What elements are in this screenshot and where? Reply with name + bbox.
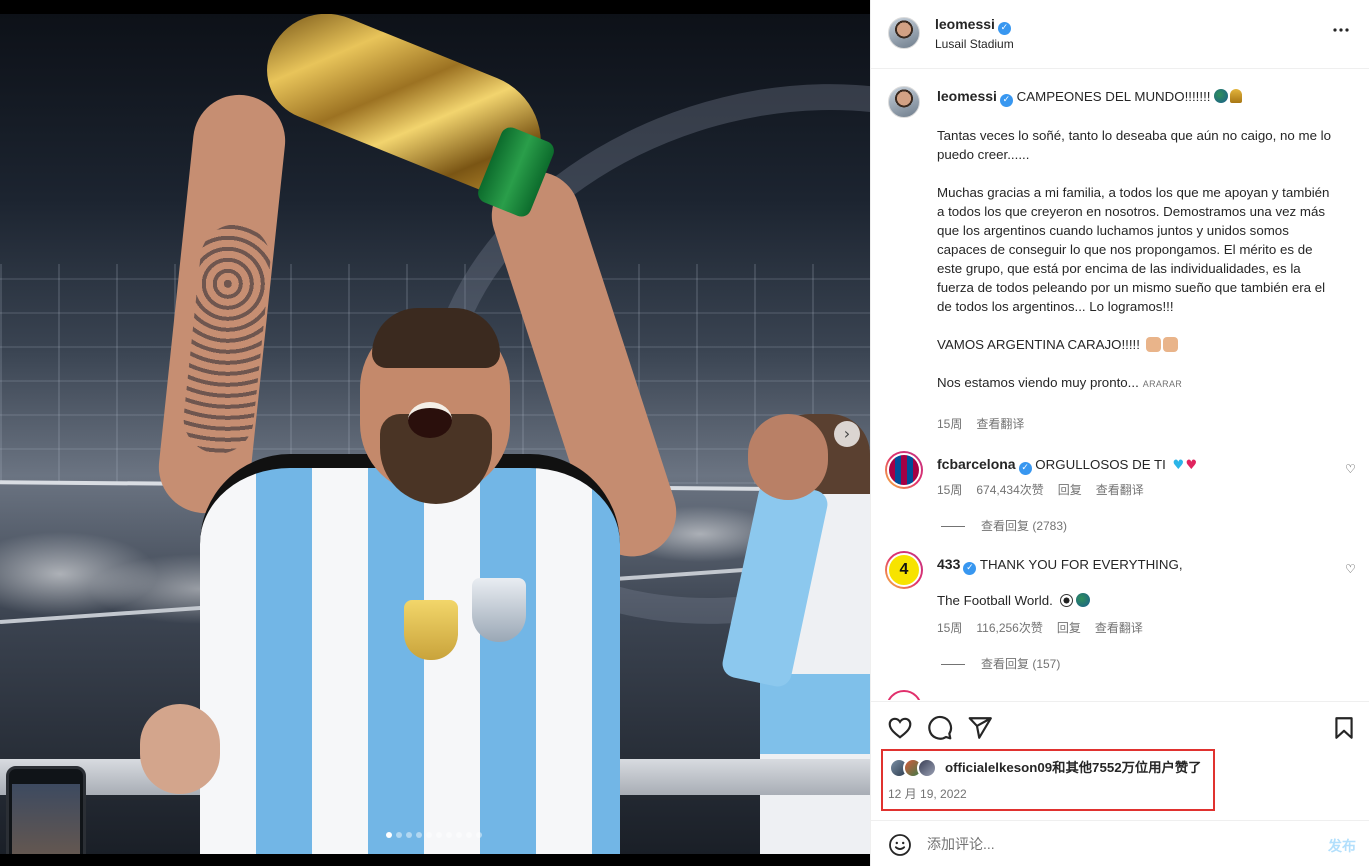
carousel-dot <box>456 832 462 838</box>
comment-input[interactable] <box>927 833 1307 855</box>
share-send-icon[interactable] <box>967 715 993 741</box>
player-hair <box>372 308 500 368</box>
soccer-ball-emoji-icon <box>1059 594 1073 607</box>
emoji-smile-icon[interactable] <box>888 833 912 857</box>
view-replies-button[interactable]: 查看回复 (157) <box>941 655 1060 672</box>
caption-last-line: Nos estamos viendo muy pronto... <box>937 375 1139 390</box>
comment-meta: 15周 116,256次赞 回复 查看翻译 <box>937 619 1157 636</box>
comment-body: THANK YOU FOR EVERYTHING, <box>979 557 1183 572</box>
teammate-head <box>748 414 828 500</box>
post-media: › <box>0 0 870 866</box>
commenter-avatar[interactable] <box>885 451 923 489</box>
comment-text: fcbarcelona ✓ ORGULLOSOS DE TI ♥♥ <box>937 455 1317 475</box>
fan-phone-screen <box>12 784 80 854</box>
reply-button[interactable]: 回复 <box>1058 483 1082 497</box>
carousel-dot <box>396 832 402 838</box>
see-translation-link[interactable]: 查看翻译 <box>1095 621 1143 635</box>
commenter-username[interactable]: fcbarcelona <box>937 456 1016 472</box>
comment-text-line-2: The Football World. <box>937 591 1090 610</box>
reply-button[interactable]: 回复 <box>1057 621 1081 635</box>
post-date[interactable]: 12 月 19, 2022 <box>888 785 967 802</box>
caption-text: leomessi ✓ CAMPEONES DEL MUNDO!!!!!!! Tan… <box>937 87 1337 394</box>
barcelona-crest-icon <box>887 453 921 487</box>
carousel-dot <box>416 832 422 838</box>
afa-crest <box>472 578 526 642</box>
comment-time[interactable]: 15周 <box>937 621 962 635</box>
carousel-dot <box>436 832 442 838</box>
post-panel: leomessi ✓ Lusail Stadium leomessi ✓ CAMPE… <box>870 0 1369 866</box>
comment-body: ORGULLOSOS DE TI <box>1035 457 1166 472</box>
fifa-badge <box>404 600 458 660</box>
post-photo <box>0 14 870 854</box>
verified-badge-icon: ✓ <box>963 562 977 575</box>
comment-time[interactable]: 15周 <box>937 483 962 497</box>
likes-summary[interactable]: officialelkeson09和其他7552万位用户赞了 <box>945 758 1201 778</box>
more-options-button[interactable] <box>1329 18 1353 46</box>
author: leomessi ✓ <box>935 16 1011 35</box>
blue-heart-emoji-icon: ♥ <box>1172 458 1185 473</box>
like-heart-icon[interactable] <box>887 715 913 741</box>
verified-badge-icon: ✓ <box>1018 462 1032 475</box>
fan-hand <box>140 704 220 794</box>
hands-emoji-icon <box>1162 337 1178 352</box>
post-comment-button[interactable]: 发布 <box>1328 836 1356 856</box>
comment-text: 433 ✓ THANK YOU FOR EVERYTHING, <box>937 555 1317 575</box>
avatar <box>917 758 937 778</box>
globe-emoji-icon <box>1075 593 1090 607</box>
comment-meta: 15周 674,434次赞 回复 查看翻译 <box>937 481 1158 498</box>
caption-more-text: ARARAR <box>1142 379 1183 389</box>
carousel-dot-active <box>386 832 392 838</box>
verified-badge-icon: ✓ <box>999 94 1013 107</box>
caption-headline: CAMPEONES DEL MUNDO!!!!!!! <box>1016 89 1211 104</box>
comment-bubble-icon[interactable] <box>927 715 953 741</box>
player-mouth <box>408 402 452 438</box>
caption-username[interactable]: leomessi <box>937 88 997 104</box>
add-comment-bar: 发布 <box>871 820 1369 866</box>
comments-list[interactable]: leomessi ✓ CAMPEONES DEL MUNDO!!!!!!! Tan… <box>871 70 1369 700</box>
see-translation-link[interactable]: 查看翻译 <box>976 417 1024 431</box>
carousel-dot <box>406 832 412 838</box>
globe-emoji-icon <box>1214 89 1229 103</box>
carousel-dot <box>476 832 482 838</box>
caption-body: Tantas veces lo soñé, tanto lo deseaba q… <box>937 128 1332 352</box>
author-username[interactable]: leomessi <box>935 16 995 32</box>
liker-avatars[interactable] <box>889 758 945 778</box>
comment-like-heart-icon[interactable]: ♡ <box>1345 563 1358 576</box>
trophy-emoji-icon <box>1230 89 1243 103</box>
more-horizontal-icon <box>1333 28 1349 32</box>
carousel-dot <box>446 832 452 838</box>
argentina-jersey <box>200 454 620 854</box>
comment-body-2: The Football World. <box>937 593 1053 608</box>
comment-like-count[interactable]: 674,434次赞 <box>976 483 1043 497</box>
carousel-dot <box>466 832 472 838</box>
action-bar <box>871 701 1369 751</box>
avatar[interactable] <box>888 86 920 118</box>
caption-meta: 15周 查看翻译 <box>937 415 1038 432</box>
commenter-username[interactable]: 433 <box>937 556 960 572</box>
post-header: leomessi ✓ Lusail Stadium <box>871 0 1369 69</box>
433-logo-icon: 4 <box>887 553 921 587</box>
comment-like-heart-icon[interactable]: ♡ <box>1345 463 1358 476</box>
carousel-dots <box>386 832 486 840</box>
carousel-dot <box>426 832 432 838</box>
see-translation-link[interactable]: 查看翻译 <box>1096 483 1144 497</box>
avatar[interactable] <box>888 17 920 49</box>
view-replies-button[interactable]: 查看回复 (2783) <box>941 517 1067 534</box>
location-link[interactable]: Lusail Stadium <box>935 37 1014 51</box>
red-heart-emoji-icon: ♥ <box>1185 458 1198 473</box>
carousel-next-button[interactable]: › <box>834 421 860 447</box>
commenter-avatar[interactable]: 4 <box>885 551 923 589</box>
comment-like-count[interactable]: 116,256次赞 <box>976 621 1043 635</box>
next-commenter-avatar[interactable] <box>886 690 922 700</box>
verified-badge-icon: ✓ <box>997 22 1011 35</box>
hands-emoji-icon <box>1145 337 1161 352</box>
caption-time[interactable]: 15周 <box>937 417 962 431</box>
save-bookmark-icon[interactable] <box>1331 715 1357 741</box>
